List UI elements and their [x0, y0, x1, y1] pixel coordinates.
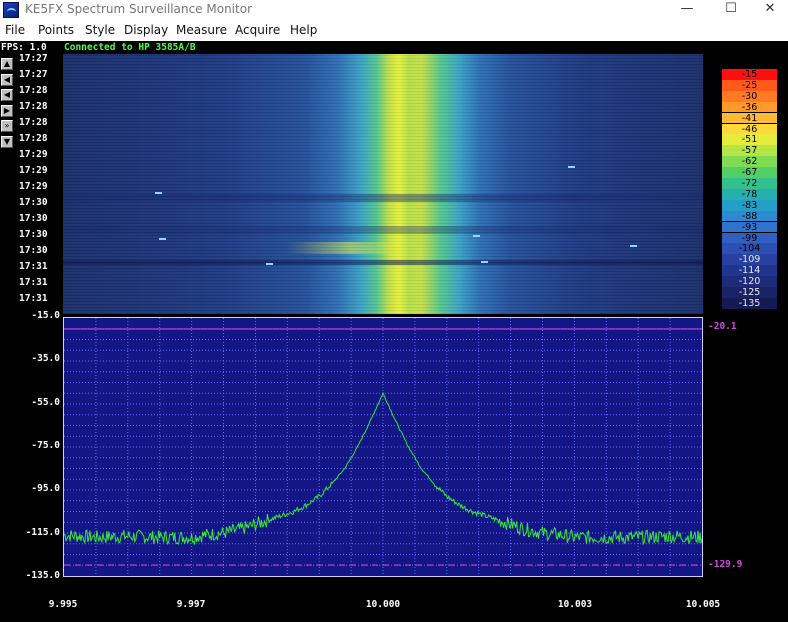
x-tick-label: 10.005 — [685, 599, 721, 610]
color-scale-legend: -15 -25 -30 -36 -41 -46 -51 -57 -62 -67 -72 -78 -83-… — [721, 68, 778, 312]
waterfall-noise — [63, 54, 703, 314]
menu-bar: File Points Style Display Measure Acquir… — [0, 20, 788, 41]
x-tick-label: 10.000 — [365, 599, 401, 610]
waterfall-time-label: 17:27 — [19, 53, 48, 64]
y-tick-label: -35.0 — [31, 353, 60, 365]
minimize-button[interactable]: — — [664, 0, 710, 20]
marker-level-label: -129.9 — [708, 558, 743, 570]
waterfall-time-label: 17:30 — [19, 197, 48, 208]
color-scale-entry: -57 — [722, 145, 777, 156]
y-tick-label: -15.0 — [31, 310, 60, 321]
close-button[interactable]: ✕ — [752, 0, 788, 20]
maximize-button[interactable]: ☐ — [708, 0, 754, 20]
menu-measure[interactable]: Measure — [176, 23, 227, 37]
color-scale-entry: -104 — [722, 243, 777, 254]
color-scale-entry: -114 — [722, 265, 777, 276]
color-scale-entry: -62 — [722, 156, 777, 167]
color-scale-entry: -72 — [722, 178, 777, 189]
menu-acquire[interactable]: Acquire — [235, 23, 280, 37]
color-scale-entry: -41 — [722, 112, 777, 123]
connection-status: Connected to HP 3585A/B — [64, 42, 196, 53]
y-tick-label: -55.0 — [31, 396, 60, 408]
x-tick-label: 9.997 — [176, 599, 206, 610]
waterfall-time-label: 17:29 — [19, 149, 48, 160]
y-tick-label: -75.0 — [31, 440, 60, 451]
color-scale-entry: -109 — [722, 254, 777, 265]
history-nav-button[interactable]: ▶ — [1, 104, 13, 117]
window-title: KE5FX Spectrum Surveillance Monitor — [25, 2, 252, 16]
waterfall-time-label: 17:28 — [19, 85, 48, 96]
history-nav-button[interactable]: ◀ — [1, 73, 13, 86]
waterfall-time-label: 17:30 — [19, 229, 48, 240]
color-scale-entry: -88 — [722, 210, 777, 222]
menu-file[interactable]: File — [5, 23, 25, 37]
marker-level-label: -20.1 — [708, 321, 737, 333]
color-scale-entry: -120 — [722, 276, 777, 287]
y-tick-label: -135.0 — [25, 570, 60, 581]
menu-points[interactable]: Points — [38, 23, 74, 37]
color-scale-entry: -67 — [722, 167, 777, 178]
waterfall-time-label: 17:28 — [19, 101, 48, 112]
color-scale-entry: -125 — [722, 287, 777, 298]
fps-readout: FPS: 1.0 — [1, 42, 47, 53]
color-scale-entry: -135 — [722, 297, 777, 309]
color-scale-entry: -36 — [722, 101, 777, 113]
waterfall-speck — [481, 261, 488, 263]
waterfall-time-label: 17:27 — [19, 69, 48, 80]
y-tick-label: -95.0 — [31, 483, 60, 495]
waterfall-speck — [155, 192, 162, 194]
spectrum-plot-svg — [63, 318, 703, 576]
waterfall-time-label: 17:29 — [19, 165, 48, 176]
waterfall-time-label: 17:31 — [19, 277, 48, 288]
menu-help[interactable]: Help — [290, 23, 317, 37]
history-nav-button[interactable]: ◀ — [1, 89, 13, 101]
waterfall-display[interactable] — [63, 54, 703, 314]
waterfall-time-label: 17:29 — [19, 181, 48, 192]
title-bar: KE5FX Spectrum Surveillance Monitor — ☐ … — [0, 0, 788, 20]
waterfall-time-label: 17:31 — [19, 293, 48, 304]
color-scale-entry: -93 — [722, 221, 777, 232]
waterfall-speck — [630, 245, 637, 247]
spectrum-plot[interactable] — [63, 317, 703, 577]
menu-style[interactable]: Style — [85, 23, 115, 37]
waterfall-time-label: 17:28 — [19, 133, 48, 144]
history-nav-button[interactable]: » — [1, 120, 13, 132]
waterfall-time-label: 17:31 — [19, 261, 48, 272]
color-scale-entry: -30 — [722, 90, 777, 102]
history-nav-button[interactable]: ▲ — [1, 58, 13, 70]
color-scale-entry: -15 — [722, 69, 777, 80]
color-scale-entry: -25 — [722, 79, 777, 91]
waterfall-time-label: 17:30 — [19, 213, 48, 224]
x-tick-label: 10.003 — [557, 599, 593, 610]
menu-display[interactable]: Display — [124, 23, 168, 37]
x-tick-label: 9.995 — [48, 599, 78, 610]
color-scale-entry: -46 — [722, 123, 777, 134]
waterfall-speck — [568, 166, 575, 168]
history-nav-button[interactable]: ▼ — [1, 135, 13, 148]
app-icon — [3, 2, 19, 18]
waterfall-speck — [473, 235, 480, 237]
waterfall-time-label: 17:28 — [19, 117, 48, 128]
color-scale-entry: -83 — [722, 199, 777, 211]
y-tick-label: -115.0 — [25, 526, 60, 538]
waterfall-speck — [266, 263, 273, 265]
waterfall-speck — [159, 238, 166, 240]
waterfall-time-label: 17:30 — [19, 245, 48, 256]
color-scale-entry: -99 — [722, 232, 777, 243]
color-scale-entry: -78 — [722, 188, 777, 200]
color-scale-entry: -51 — [722, 134, 777, 145]
